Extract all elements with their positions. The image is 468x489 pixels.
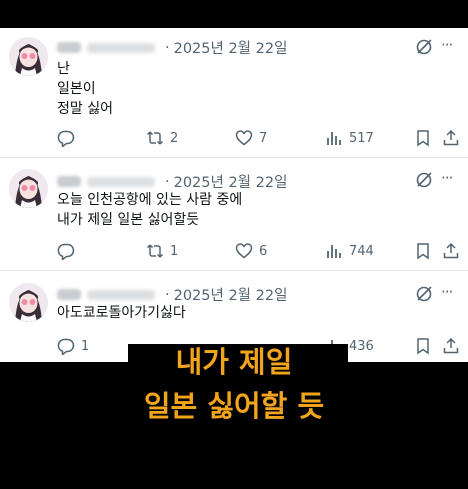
bookmark-icon[interactable] — [414, 129, 432, 147]
post-text: 오늘 인천공항에 있는 사람 중에 내가 제일 일본 싫어할듯 — [57, 190, 242, 230]
post-date[interactable]: 2025년 2월 22일 — [174, 37, 288, 58]
post-2[interactable]: · 2025년 2월 22일 ··· 오늘 인천공항에 있는 사람 중에 내가 … — [0, 158, 468, 271]
caption-line-2: 일본 싫어할 듯 — [143, 389, 325, 423]
post-text-line: 난 — [57, 61, 70, 77]
post-1[interactable]: · 2025년 2월 22일 ··· 난 일본이 정말 싫어 2 7 517 — [0, 28, 468, 158]
display-name-blurred[interactable] — [57, 42, 81, 53]
more-icon[interactable]: ··· — [441, 169, 453, 187]
share-icon[interactable] — [442, 242, 460, 260]
like-button[interactable]: 6 — [235, 242, 267, 260]
like-count: 6 — [259, 243, 268, 259]
share-icon[interactable] — [442, 129, 460, 147]
like-button[interactable]: 7 — [235, 129, 267, 147]
grok-icon[interactable] — [415, 38, 433, 56]
views-count: 517 — [349, 130, 374, 146]
repost-button[interactable]: 2 — [146, 129, 178, 147]
post-text-line: 정말 싫어 — [57, 101, 113, 117]
post-text-line: 내가 제일 일본 싫어할듯 — [57, 212, 200, 228]
views-button[interactable]: 744 — [325, 242, 374, 260]
post-text-line: 아도쿄로돌아가기싫다 — [57, 305, 186, 321]
handle-blurred[interactable] — [87, 289, 155, 300]
repost-icon — [146, 244, 164, 258]
handle-blurred[interactable] — [87, 42, 155, 53]
like-count: 7 — [259, 130, 268, 146]
post-meta: · 2025년 2월 22일 — [57, 171, 287, 192]
reply-icon[interactable] — [57, 129, 75, 147]
post-meta: · 2025년 2월 22일 — [57, 284, 287, 305]
more-icon[interactable]: ··· — [441, 283, 453, 301]
top-black-bar — [0, 0, 468, 28]
avatar[interactable] — [9, 283, 48, 322]
repost-count: 2 — [170, 130, 179, 146]
reply-icon[interactable] — [57, 242, 75, 260]
views-button[interactable]: 517 — [325, 129, 374, 147]
views-icon — [327, 132, 341, 145]
post-feed: · 2025년 2월 22일 ··· 난 일본이 정말 싫어 2 7 517 ·… — [0, 28, 468, 362]
bookmark-icon[interactable] — [414, 242, 432, 260]
post-text-line: 오늘 인천공항에 있는 사람 중에 — [57, 192, 243, 208]
post-date[interactable]: 2025년 2월 22일 — [174, 171, 288, 192]
repost-icon — [146, 131, 164, 145]
post-text-line: 일본이 — [57, 81, 96, 97]
grok-icon[interactable] — [415, 171, 433, 189]
like-icon — [235, 243, 253, 259]
avatar[interactable] — [9, 169, 48, 208]
repost-count: 1 — [170, 243, 179, 259]
views-icon — [327, 245, 341, 258]
avatar[interactable] — [9, 37, 48, 76]
meta-dot: · — [165, 173, 170, 190]
grok-icon[interactable] — [415, 285, 433, 303]
post-meta: · 2025년 2월 22일 — [57, 37, 287, 58]
meta-dot: · — [165, 286, 170, 303]
post-date[interactable]: 2025년 2월 22일 — [174, 284, 288, 305]
display-name-blurred[interactable] — [57, 289, 81, 300]
like-icon — [235, 130, 253, 146]
views-count: 744 — [349, 243, 374, 259]
caption-line-1: 내가 제일 — [175, 345, 293, 379]
repost-button[interactable]: 1 — [146, 242, 178, 260]
post-text: 아도쿄로돌아가기싫다 — [57, 303, 186, 323]
handle-blurred[interactable] — [87, 176, 155, 187]
meta-dot: · — [165, 39, 170, 56]
post-text: 난 일본이 정말 싫어 — [57, 59, 113, 119]
more-icon[interactable]: ··· — [441, 36, 453, 54]
display-name-blurred[interactable] — [57, 176, 81, 187]
